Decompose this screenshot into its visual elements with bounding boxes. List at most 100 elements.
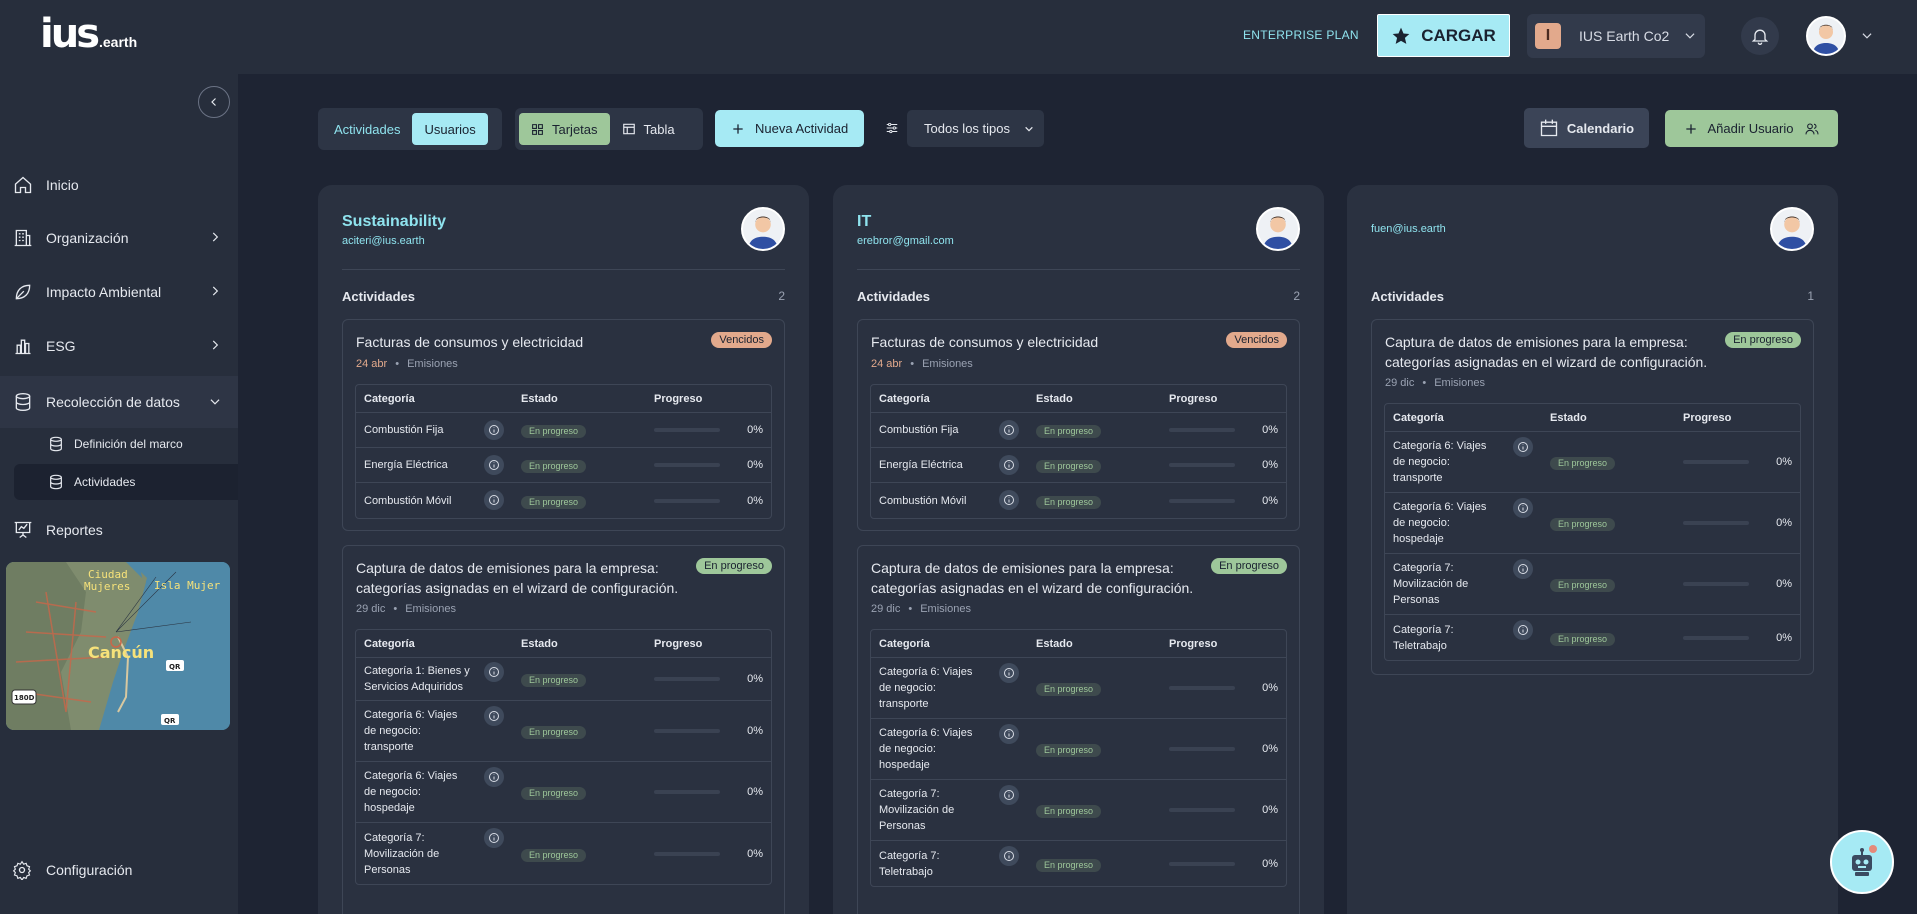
info-icon[interactable]: [484, 662, 504, 682]
cargar-button[interactable]: CARGAR: [1377, 14, 1510, 57]
table-row: Categoría 7: Movilización de Personas En …: [356, 823, 771, 884]
activity-date: 29 dic: [1385, 377, 1415, 389]
sidebar-item-reportes[interactable]: Reportes: [0, 507, 238, 553]
info-icon[interactable]: [1513, 498, 1533, 518]
activity-title: Captura de datos de emisiones para la em…: [356, 560, 679, 596]
type-filter-select[interactable]: Todos los tipos: [907, 110, 1044, 147]
info-icon[interactable]: [484, 420, 504, 440]
table-row: Categoría 7: Movilización de Personas En …: [1385, 554, 1800, 615]
sidebar-item-organizacion[interactable]: Organización: [0, 215, 238, 261]
sidebar-item-configuracion[interactable]: Configuración: [12, 860, 132, 880]
filter-icon[interactable]: [885, 120, 899, 136]
info-icon[interactable]: [1513, 559, 1533, 579]
sidebar-item-impacto-ambiental[interactable]: Impacto Ambiental: [0, 269, 238, 315]
tab-actividades[interactable]: Actividades: [322, 113, 412, 145]
status-pill: En progreso: [521, 425, 587, 438]
sidebar-item-inicio[interactable]: Inicio: [0, 162, 238, 208]
activity-meta: 24 abr • Emisiones: [356, 358, 458, 370]
tab-usuarios[interactable]: Usuarios: [412, 113, 488, 145]
info-icon[interactable]: [999, 420, 1019, 440]
brand-logo[interactable]: ius .earth: [40, 14, 137, 54]
header-estado: Estado: [1550, 411, 1587, 424]
info-icon[interactable]: [484, 706, 504, 726]
tab-tarjetas[interactable]: Tarjetas: [519, 113, 610, 145]
progress-bar: [654, 677, 720, 681]
activity-date: 29 dic: [356, 603, 386, 615]
info-icon[interactable]: [999, 724, 1019, 744]
sidebar-item-esg[interactable]: ESG: [0, 323, 238, 369]
activity-title: Captura de datos de emisiones para la em…: [1385, 334, 1708, 370]
activity-meta: 29 dic • Emisiones: [1385, 377, 1485, 389]
info-icon[interactable]: [999, 785, 1019, 805]
category-table: Categoría Estado Progreso Combustión Fija E…: [355, 384, 772, 519]
new-activity-button[interactable]: Nueva Actividad: [715, 110, 865, 147]
chevron-down-icon: [1025, 126, 1033, 132]
meta-separator: •: [910, 358, 915, 370]
activity-type: Emisiones: [407, 358, 458, 370]
table-row: Combustión Móvil En progreso 0%: [871, 483, 1286, 518]
assistant-bot-button[interactable]: [1830, 830, 1894, 894]
status-badge: En progreso: [1725, 332, 1801, 348]
chevron-down-icon: [210, 399, 220, 405]
info-icon[interactable]: [484, 767, 504, 787]
map-label: Mujeres: [84, 580, 130, 593]
info-icon[interactable]: [1513, 437, 1533, 457]
sidebar-item-label: Reportes: [46, 522, 103, 538]
map-widget[interactable]: Ciudad Mujeres Isla Mujer Cancún QR QR 1…: [6, 562, 230, 730]
activity-card[interactable]: Captura de datos de emisiones para la em…: [1371, 319, 1814, 675]
calendar-button[interactable]: Calendario: [1524, 108, 1649, 148]
collapse-sidebar-button[interactable]: [198, 86, 230, 118]
chevron-right-icon: [212, 232, 219, 242]
info-icon[interactable]: [484, 828, 504, 848]
info-icon[interactable]: [999, 455, 1019, 475]
avatar[interactable]: [1770, 207, 1814, 251]
info-icon[interactable]: [484, 490, 504, 510]
notifications-button[interactable]: [1741, 17, 1779, 55]
header-categoria: Categoría: [364, 637, 415, 650]
table-header: Categoría Estado Progreso: [871, 630, 1286, 658]
organization-select[interactable]: I IUS Earth Co2: [1527, 14, 1705, 58]
status-badge: Vencidos: [1226, 332, 1287, 348]
avatar[interactable]: [1256, 207, 1300, 251]
activity-card[interactable]: Captura de datos de emisiones para la em…: [342, 545, 785, 914]
meta-separator: •: [908, 603, 913, 615]
meta-separator: •: [393, 603, 398, 615]
top-bar: ius .earth ENTERPRISE PLAN CARGAR I IUS …: [0, 0, 1917, 74]
sidebar-subitem-actividades[interactable]: Actividades: [14, 464, 238, 500]
progress-bar: [1169, 808, 1235, 812]
activities-heading: Actividades: [857, 289, 930, 304]
user-team-name: Sustainability: [342, 213, 447, 230]
status-pill: En progreso: [1036, 683, 1102, 696]
table-row: Categoría 6: Viajes de negocio: transpor…: [871, 658, 1286, 719]
info-icon[interactable]: [484, 455, 504, 475]
progress-value: 0%: [747, 786, 763, 798]
activities-heading: Actividades: [1371, 289, 1444, 304]
sidebar-item-recoleccion-datos[interactable]: Recolección de datos: [0, 376, 238, 428]
user-menu[interactable]: [1806, 16, 1874, 56]
progress-bar: [1683, 635, 1749, 640]
view-toggle: Actividades Usuarios: [318, 108, 502, 150]
info-icon[interactable]: [999, 663, 1019, 683]
org-initial: I: [1535, 23, 1561, 49]
table-row: Categoría 7: Movilización de Personas En …: [871, 780, 1286, 841]
progress-bar: [654, 729, 720, 733]
tab-tabla[interactable]: Tabla: [610, 113, 687, 145]
status-pill: En progreso: [1550, 518, 1616, 531]
category-name: Categoría 6: Viajes de negocio: hospedaj…: [879, 727, 973, 771]
activity-card[interactable]: Facturas de consumos y electricidad Venc…: [857, 319, 1300, 531]
activity-card[interactable]: Captura de datos de emisiones para la em…: [857, 545, 1300, 914]
activity-card[interactable]: Facturas de consumos y electricidad Venc…: [342, 319, 785, 531]
progress-value: 0%: [1262, 743, 1278, 755]
add-user-button[interactable]: Añadir Usuario: [1665, 110, 1838, 147]
header-categoria: Categoría: [879, 392, 930, 405]
info-icon[interactable]: [999, 490, 1019, 510]
info-icon[interactable]: [1513, 620, 1533, 640]
avatar[interactable]: [741, 207, 785, 251]
status-pill: En progreso: [521, 460, 587, 473]
sidebar-subitem-definicion-marco[interactable]: Definición del marco: [14, 426, 238, 462]
info-icon[interactable]: [999, 846, 1019, 866]
activities-count: 2: [778, 289, 785, 303]
progress-bar: [1169, 428, 1235, 432]
progress-value: 0%: [1262, 494, 1278, 507]
logo-main: ius: [40, 11, 100, 57]
